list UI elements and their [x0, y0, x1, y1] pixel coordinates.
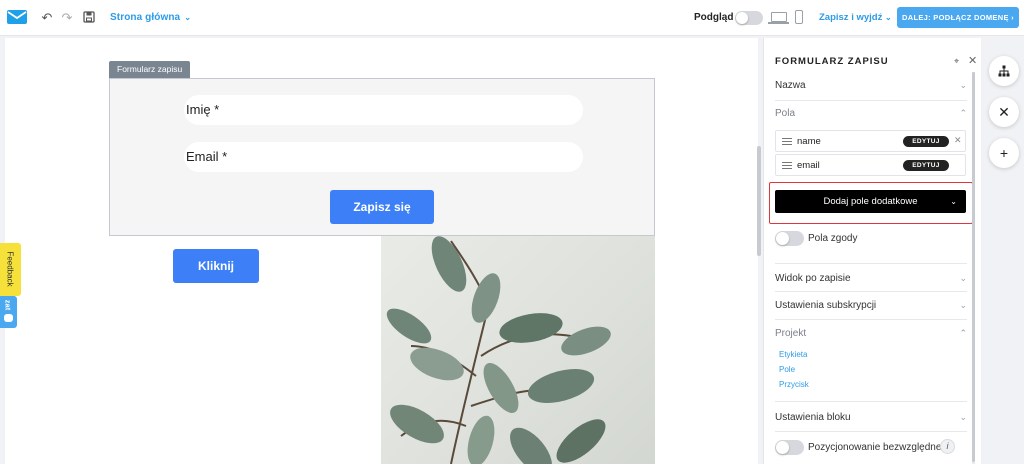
close-editor-icon[interactable]: ✕ [989, 97, 1019, 127]
chevron-down-icon: ⌄ [959, 300, 967, 310]
divider [775, 401, 967, 402]
design-link-label[interactable]: Etykieta [779, 350, 807, 359]
absolute-position-label: Pozycjonowanie bezwzględne [808, 442, 942, 453]
form-block-tag[interactable]: Formularz zapisu [109, 61, 191, 78]
field-row-label: name [797, 136, 821, 147]
panel-title: FORMULARZ ZAPISU [775, 56, 889, 67]
add-extra-field-label: Dodaj pole dodatkowe [823, 196, 918, 207]
desktop-view-icon[interactable] [768, 12, 789, 24]
panel-scrollbar[interactable] [972, 72, 975, 464]
section-design[interactable]: Projekt ⌃ [775, 328, 967, 339]
first-name-field[interactable]: Imię * [184, 95, 583, 125]
consent-fields-label: Pola zgody [808, 233, 858, 244]
section-subscription[interactable]: Ustawienia subskrypcji ⌄ [775, 300, 967, 311]
chevron-down-icon: ⌄ [184, 13, 192, 22]
absolute-position-toggle[interactable] [775, 440, 804, 455]
chevron-up-icon: ⌃ [959, 108, 967, 118]
field-row-label: email [797, 160, 820, 171]
click-button[interactable]: Kliknij [173, 249, 259, 283]
divider [775, 263, 967, 264]
editor-canvas[interactable]: Formularz zapisu Imię * Email * Zapisz s… [5, 38, 758, 464]
chevron-down-icon: ⌄ [959, 273, 967, 283]
feedback-label: Feedback [5, 251, 15, 287]
rubber-plant-illustration [386, 236, 611, 464]
section-after-signup-label: Widok po zapisie [775, 273, 851, 284]
field-row-email[interactable]: email EDYTUJ [775, 154, 966, 176]
email-field[interactable]: Email * [184, 142, 583, 172]
edit-field-button[interactable]: EDYTUJ [903, 160, 949, 171]
field-row-name[interactable]: name EDYTUJ ✕ [775, 130, 966, 152]
add-element-icon[interactable]: + [989, 138, 1019, 168]
save-and-exit-button[interactable]: Zapisz i wyjdź ⌄ [819, 12, 892, 23]
next-button-label: DALEJ: PODŁĄCZ DOMENĘ [902, 13, 1009, 22]
chat-bubble-icon [4, 314, 13, 322]
drag-handle-icon[interactable] [782, 162, 792, 169]
properties-panel: FORMULARZ ZAPISU ⌖ ✕ Nazwa ⌄ Pola ⌃ name E… [763, 38, 981, 464]
save-and-exit-label: Zapisz i wyjdź [819, 12, 883, 23]
toggle-knob [776, 232, 789, 245]
edit-field-button[interactable]: EDYTUJ [903, 136, 949, 147]
consent-fields-toggle[interactable] [775, 231, 804, 246]
section-fields-label: Pola [775, 108, 796, 119]
feedback-tab[interactable]: Feedback [0, 243, 21, 296]
section-after-signup[interactable]: Widok po zapisie ⌄ [775, 273, 967, 284]
add-extra-field-button[interactable]: Dodaj pole dodatkowe ⌄ [775, 190, 966, 213]
page-selector-label: Strona główna [110, 12, 181, 23]
page-selector[interactable]: Strona główna ⌄ [110, 12, 191, 23]
info-icon[interactable]: i [940, 439, 955, 454]
chevron-down-icon: ⌄ [950, 197, 957, 206]
envelope-logo-icon[interactable] [7, 10, 27, 24]
top-toolbar: ↶ ↷ Strona główna ⌄ Podgląd Zapisz i wyjd… [0, 0, 1024, 36]
sitemap-icon[interactable] [989, 56, 1019, 86]
chevron-right-icon: › [1011, 13, 1014, 22]
signup-form-block[interactable]: Imię * Email * Zapisz się [109, 78, 655, 236]
divider [775, 100, 967, 101]
undo-icon[interactable]: ↶ [40, 11, 54, 25]
chevron-up-icon: ⌃ [959, 328, 967, 338]
section-fields[interactable]: Pola ⌃ [775, 108, 967, 119]
chevron-down-icon: ⌄ [959, 80, 967, 90]
section-subscription-label: Ustawienia subskrypcji [775, 300, 877, 311]
remove-field-icon[interactable]: ✕ [954, 135, 962, 146]
chevron-down-icon: ⌄ [959, 412, 967, 422]
canvas-scrollbar[interactable] [757, 146, 761, 256]
section-block-settings-label: Ustawienia bloku [775, 412, 851, 423]
chat-label: zat [3, 299, 13, 311]
mobile-view-icon[interactable] [795, 10, 803, 24]
chat-tab[interactable]: zat [0, 296, 17, 328]
design-link-button[interactable]: Przycisk [779, 380, 809, 389]
divider [775, 291, 967, 292]
next-connect-domain-button[interactable]: DALEJ: PODŁĄCZ DOMENĘ › [897, 7, 1019, 28]
divider [775, 431, 967, 432]
design-link-field[interactable]: Pole [779, 365, 795, 374]
drag-handle-icon[interactable] [782, 138, 792, 145]
section-name-label: Nazwa [775, 80, 806, 91]
section-design-label: Projekt [775, 328, 807, 339]
pin-icon[interactable]: ⌖ [954, 56, 959, 67]
redo-icon[interactable]: ↷ [60, 11, 74, 25]
preview-toggle[interactable] [735, 11, 763, 25]
plant-image[interactable] [381, 236, 655, 464]
signup-submit-button[interactable]: Zapisz się [330, 190, 434, 224]
toggle-knob [776, 441, 789, 454]
close-icon[interactable]: ✕ [968, 54, 977, 67]
save-disk-icon[interactable] [82, 11, 96, 25]
chevron-down-icon: ⌄ [885, 13, 892, 22]
preview-label: Podgląd [694, 12, 734, 23]
toggle-knob [736, 12, 748, 24]
divider [775, 319, 967, 320]
section-name[interactable]: Nazwa ⌄ [775, 80, 967, 91]
section-block-settings[interactable]: Ustawienia bloku ⌄ [775, 412, 967, 423]
